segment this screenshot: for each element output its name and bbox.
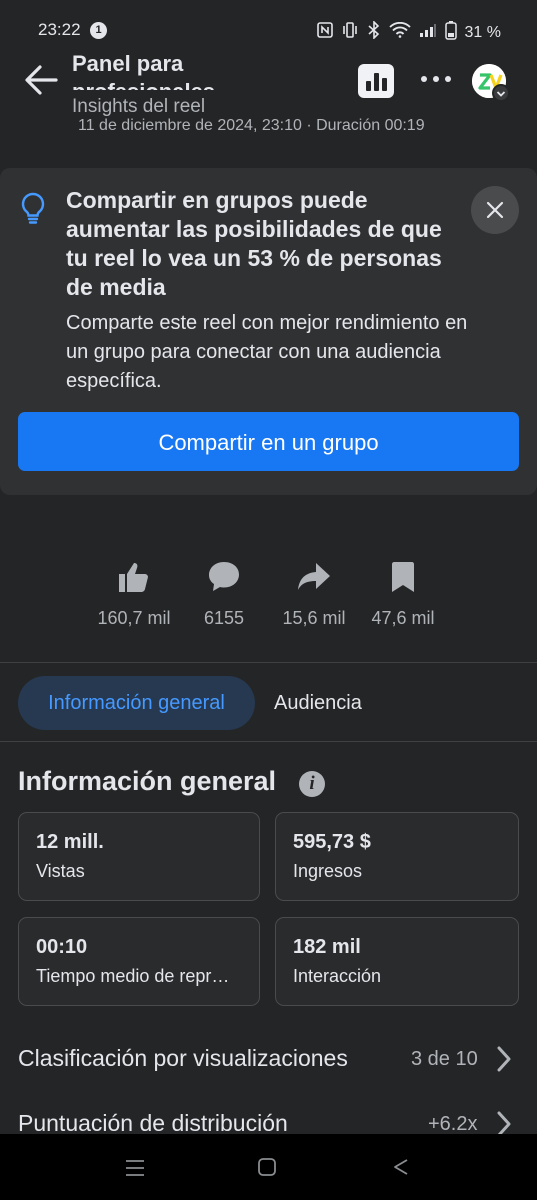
more-dots-icon xyxy=(421,76,451,82)
metric-card-engagement[interactable]: 182 mil Interacción xyxy=(275,917,519,1006)
close-icon xyxy=(486,201,504,219)
thumbs-up-icon xyxy=(116,560,152,594)
metric-value: 12 mill. xyxy=(36,831,104,853)
battery-percent: 31 % xyxy=(464,23,501,41)
section-title: Información general xyxy=(18,766,277,796)
divider xyxy=(0,662,537,663)
banner-title: Compartir en grupos puede aumentar las p… xyxy=(66,187,442,300)
comment-icon xyxy=(206,560,242,594)
bluetooth-icon xyxy=(367,20,381,44)
metric-label: Interacción xyxy=(293,966,382,986)
metric-label: Vistas xyxy=(36,861,85,881)
metric-value: 00:10 xyxy=(36,936,88,958)
likes-count: 160,7 mil xyxy=(97,608,171,628)
notification-badge: 1 xyxy=(90,22,107,39)
bar-chart-icon xyxy=(365,81,371,91)
share-icon xyxy=(296,560,332,594)
saves-count: 47,6 mil xyxy=(371,608,435,628)
views-ranking-value: 3 de 10 xyxy=(411,1048,478,1070)
distribution-score-row[interactable]: Puntuación de distribución xyxy=(18,1110,288,1137)
bookmark-icon xyxy=(386,560,422,594)
recent-apps-button[interactable] xyxy=(124,1158,146,1183)
metric-label: Tiempo medio de repr… xyxy=(36,966,230,986)
home-icon xyxy=(258,1158,276,1176)
back-button[interactable] xyxy=(22,62,62,98)
system-navigation-bar xyxy=(0,1134,537,1200)
vibrate-icon xyxy=(341,22,359,43)
page-title: Panel para profesionales xyxy=(72,51,215,90)
metric-value: 182 mil xyxy=(293,936,361,958)
recent-apps-icon xyxy=(126,1160,144,1176)
chevron-right-icon[interactable] xyxy=(496,1046,512,1072)
comments-count: 6155 xyxy=(203,608,245,628)
system-back-button[interactable] xyxy=(391,1157,411,1182)
tab-overview[interactable]: Información general xyxy=(18,676,255,730)
signal-icon xyxy=(419,22,437,43)
nfc-icon xyxy=(316,22,333,43)
status-time: 23:22 xyxy=(38,20,81,39)
wifi-icon xyxy=(388,21,411,43)
status-icons: 31 % xyxy=(316,20,501,45)
metric-card-earnings[interactable]: 595,73 $ Ingresos xyxy=(275,812,519,901)
bar-chart-icon-bar xyxy=(381,78,387,91)
metric-value: 595,73 $ xyxy=(293,831,371,853)
metric-card-views[interactable]: 12 mill. Vistas xyxy=(18,812,260,901)
profile-avatar[interactable] xyxy=(472,64,510,102)
divider xyxy=(0,741,537,742)
info-icon[interactable]: i xyxy=(299,771,325,797)
tab-audience[interactable]: Audiencia xyxy=(262,676,374,730)
metric-card-avg-watch-time[interactable]: 00:10 Tiempo medio de repr… xyxy=(18,917,260,1006)
metric-label: Ingresos xyxy=(293,861,363,881)
home-button[interactable] xyxy=(257,1157,277,1182)
page-subtitle: Insights del reel xyxy=(72,96,206,117)
profile-logo-icon xyxy=(472,64,510,102)
banner-body: Comparte este reel con mejor rendimiento… xyxy=(66,312,468,392)
share-in-group-button[interactable]: Compartir en un grupo xyxy=(18,412,519,471)
battery-icon xyxy=(444,20,457,45)
bar-chart-icon-bar xyxy=(373,73,379,91)
distribution-score-value: +6.2x xyxy=(428,1113,478,1135)
banner-close-button[interactable] xyxy=(471,186,519,234)
lightbulb-icon xyxy=(20,192,46,224)
insights-chart-button[interactable] xyxy=(358,64,394,98)
views-ranking-row[interactable]: Clasificación por visualizaciones xyxy=(18,1045,348,1072)
back-arrow-icon xyxy=(25,65,58,95)
system-back-icon xyxy=(394,1159,408,1175)
shares-count: 15,6 mil xyxy=(282,608,346,628)
reel-date-duration: 11 de diciembre de 2024, 23:10 · Duració… xyxy=(78,117,425,134)
more-options-button[interactable] xyxy=(418,64,454,94)
